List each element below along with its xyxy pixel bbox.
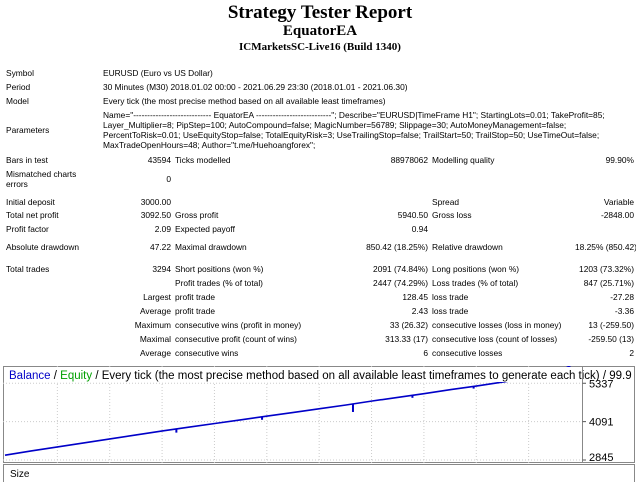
max-dd-label: Maximal drawdown	[175, 242, 247, 252]
mismatch-label: Mismatched charts errors	[6, 169, 77, 189]
average-profit-value: 2.43	[411, 306, 428, 316]
quality-label: Modelling quality	[432, 154, 495, 165]
profit-factor-label: Profit factor	[6, 224, 49, 234]
avg-cons-wins-label: consecutive wins	[175, 348, 239, 358]
balance-chart: Balance / Equity / Every tick (the most …	[3, 366, 635, 463]
chart-legend: Balance / Equity / Every tick (the most …	[9, 370, 632, 382]
payoff-label: Expected payoff	[175, 224, 235, 234]
total-trades-label: Total trades	[6, 264, 50, 274]
average-loss-value: -3.36	[614, 306, 634, 316]
deposit-label: Initial deposit	[6, 196, 55, 207]
avg-cons-wins-value: 6	[423, 348, 428, 358]
period-value: 30 Minutes (M30) 2018.01.02 00:00 - 2021…	[103, 82, 408, 92]
max-dd-value: 850.42 (18.25%)	[366, 242, 428, 252]
average-label: Average	[139, 306, 171, 316]
maximal-loss-value: -259.50 (13)	[588, 334, 634, 344]
max-cons-losses-value: 13 (-259.50)	[588, 320, 634, 330]
profit-trades-label: Profit trades (% of total)	[175, 278, 263, 288]
avg-cons-losses-label: consecutive losses	[432, 348, 503, 358]
largest-profit-label: profit trade	[175, 292, 216, 302]
bars-label: Bars in test	[6, 154, 48, 165]
server-build: ICMarketsSC-Live16 (Build 1340)	[239, 41, 401, 53]
size-label: Size	[10, 469, 30, 480]
largest-loss-label: loss trade	[432, 292, 469, 302]
long-value: 1203 (73.32%)	[579, 264, 634, 274]
maximal-loss-label: consecutive loss (count of losses)	[432, 334, 558, 344]
maximal-label: Maximal	[139, 334, 171, 344]
avg-cons-losses-value: 2	[629, 348, 634, 358]
legend-sep: /	[51, 370, 61, 382]
gross-loss-value: -2848.00	[600, 210, 634, 220]
largest-label: Largest	[143, 292, 171, 302]
net-profit-value: 3092.50	[140, 210, 171, 220]
total-trades-value: 3294	[152, 264, 171, 274]
loss-trades-value: 847 (25.71%)	[583, 278, 634, 288]
profit-trades-value: 2447 (74.29%)	[373, 278, 428, 288]
y-tick-label: 5337	[589, 378, 613, 390]
max-cons-wins-label: consecutive wins (profit in money)	[175, 320, 302, 330]
model-value: Every tick (the most precise method base…	[103, 96, 386, 106]
largest-loss-value: -27.28	[610, 292, 634, 302]
gross-profit-label: Gross profit	[175, 210, 219, 220]
average-profit-label: profit trade	[175, 306, 216, 316]
maximal-profit-value: 313.33 (17)	[385, 334, 428, 344]
quality-value: 99.90%	[605, 154, 634, 165]
short-label: Short positions (won %)	[175, 264, 264, 274]
parameters-label: Parameters	[6, 125, 50, 135]
maximal-profit-label: consecutive profit (count of wins)	[175, 334, 297, 344]
short-value: 2091 (74.84%)	[373, 264, 428, 274]
mismatch-value: 0	[166, 174, 171, 184]
spread-value: Variable	[603, 196, 634, 207]
ticks-label: Ticks modelled	[175, 154, 231, 165]
abs-dd-value: 47.22	[150, 242, 171, 252]
rel-dd-label: Relative drawdown	[432, 242, 503, 252]
gross-profit-value: 5940.50	[397, 210, 428, 220]
report-table: Symbol EURUSD (Euro vs US Dollar) Period…	[4, 66, 636, 360]
report-title: Strategy Tester Report	[227, 2, 413, 23]
symbol-label: Symbol	[6, 68, 34, 78]
average-loss-label: loss trade	[432, 306, 469, 316]
ea-name: EquatorEA	[282, 23, 358, 39]
max-cons-wins-value: 33 (26.32)	[389, 320, 428, 330]
period-label: Period	[6, 82, 31, 92]
model-label: Model	[6, 96, 29, 106]
average2-label: Average	[139, 348, 171, 358]
spread-label: Spread	[432, 196, 460, 207]
long-label: Long positions (won %)	[432, 264, 520, 274]
max-cons-losses-label: consecutive losses (loss in money)	[432, 320, 562, 330]
maximum-label: Maximum	[134, 320, 171, 330]
bars-value: 43594	[147, 154, 171, 165]
size-panel: Size	[3, 464, 635, 482]
legend-balance: Balance	[9, 370, 51, 382]
gross-loss-label: Gross loss	[432, 210, 472, 220]
legend-rest: / Every tick (the most precise method ba…	[92, 370, 631, 382]
parameters-value: Name="---------------------------- Equat…	[103, 110, 605, 150]
ticks-value: 88978062	[390, 154, 428, 165]
symbol-value: EURUSD (Euro vs US Dollar)	[103, 68, 213, 78]
payoff-value: 0.94	[411, 224, 428, 234]
abs-dd-label: Absolute drawdown	[6, 242, 80, 252]
rel-dd-value: 18.25% (850.42)	[575, 242, 636, 252]
report-header: Strategy Tester Report EquatorEA ICMarke…	[0, 2, 640, 54]
legend-equity: Equity	[60, 370, 92, 382]
profit-factor-value: 2.09	[154, 224, 171, 234]
deposit-value: 3000.00	[140, 196, 171, 207]
loss-trades-label: Loss trades (% of total)	[432, 278, 519, 288]
y-tick-label: 4091	[589, 417, 613, 429]
net-profit-label: Total net profit	[6, 210, 59, 220]
largest-profit-value: 128.45	[402, 292, 428, 302]
y-tick-label: 2845	[589, 452, 613, 463]
